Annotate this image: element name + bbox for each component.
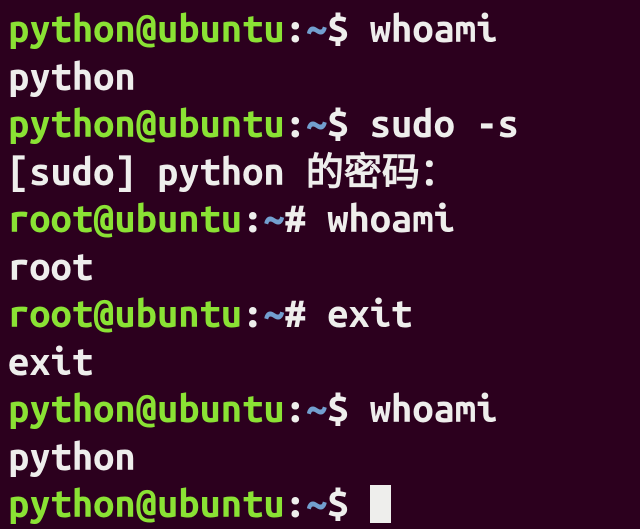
command-text (349, 483, 370, 525)
prompt-colon: : (242, 293, 263, 335)
terminal-output-line-2: python@ubuntu:~$ sudo -s (8, 101, 632, 149)
prompt-symbol: $ (327, 8, 348, 50)
terminal-output-line-3: [sudo] python 的密码： (8, 149, 632, 197)
user-host: python@ubuntu (8, 483, 285, 525)
prompt-colon: : (285, 8, 306, 50)
command-text (306, 293, 327, 335)
prompt-colon: : (285, 483, 306, 525)
cursor-icon (370, 485, 391, 523)
prompt-symbol: # (285, 293, 306, 335)
command-text (349, 8, 370, 50)
command-text: whoami (370, 388, 498, 430)
prompt-path: ~ (306, 8, 327, 50)
prompt-path: ~ (306, 103, 327, 145)
terminal-output-line-6: root@ubuntu:~# exit (8, 291, 632, 339)
prompt-symbol: $ (327, 103, 348, 145)
terminal-output-line-8: python@ubuntu:~$ whoami (8, 386, 632, 434)
terminal-output-line-0: python@ubuntu:~$ whoami (8, 6, 632, 54)
terminal-output-line-9: python (8, 434, 632, 482)
prompt-colon: : (285, 388, 306, 430)
command-text (306, 198, 327, 240)
prompt-symbol: $ (327, 388, 348, 430)
user-host: root@ubuntu (8, 198, 242, 240)
user-host: python@ubuntu (8, 8, 285, 50)
prompt-colon: : (285, 103, 306, 145)
user-host: python@ubuntu (8, 103, 285, 145)
terminal-output-line-7: exit (8, 339, 632, 387)
command-text (349, 388, 370, 430)
command-text: sudo -s (370, 103, 519, 145)
prompt-symbol: # (285, 198, 306, 240)
command-text: whoami (370, 8, 498, 50)
prompt-symbol: $ (327, 483, 348, 525)
command-text: exit (327, 293, 412, 335)
terminal-output-line-4: root@ubuntu:~# whoami (8, 196, 632, 244)
prompt-path: ~ (306, 483, 327, 525)
terminal-output-line-1: python (8, 54, 632, 102)
user-host: python@ubuntu (8, 388, 285, 430)
command-text (349, 103, 370, 145)
prompt-colon: : (242, 198, 263, 240)
terminal-input-line[interactable]: python@ubuntu:~$ (8, 481, 632, 529)
prompt-path: ~ (263, 198, 284, 240)
command-text: whoami (327, 198, 455, 240)
user-host: root@ubuntu (8, 293, 242, 335)
prompt-path: ~ (263, 293, 284, 335)
prompt-path: ~ (306, 388, 327, 430)
terminal-output-line-5: root (8, 244, 632, 292)
